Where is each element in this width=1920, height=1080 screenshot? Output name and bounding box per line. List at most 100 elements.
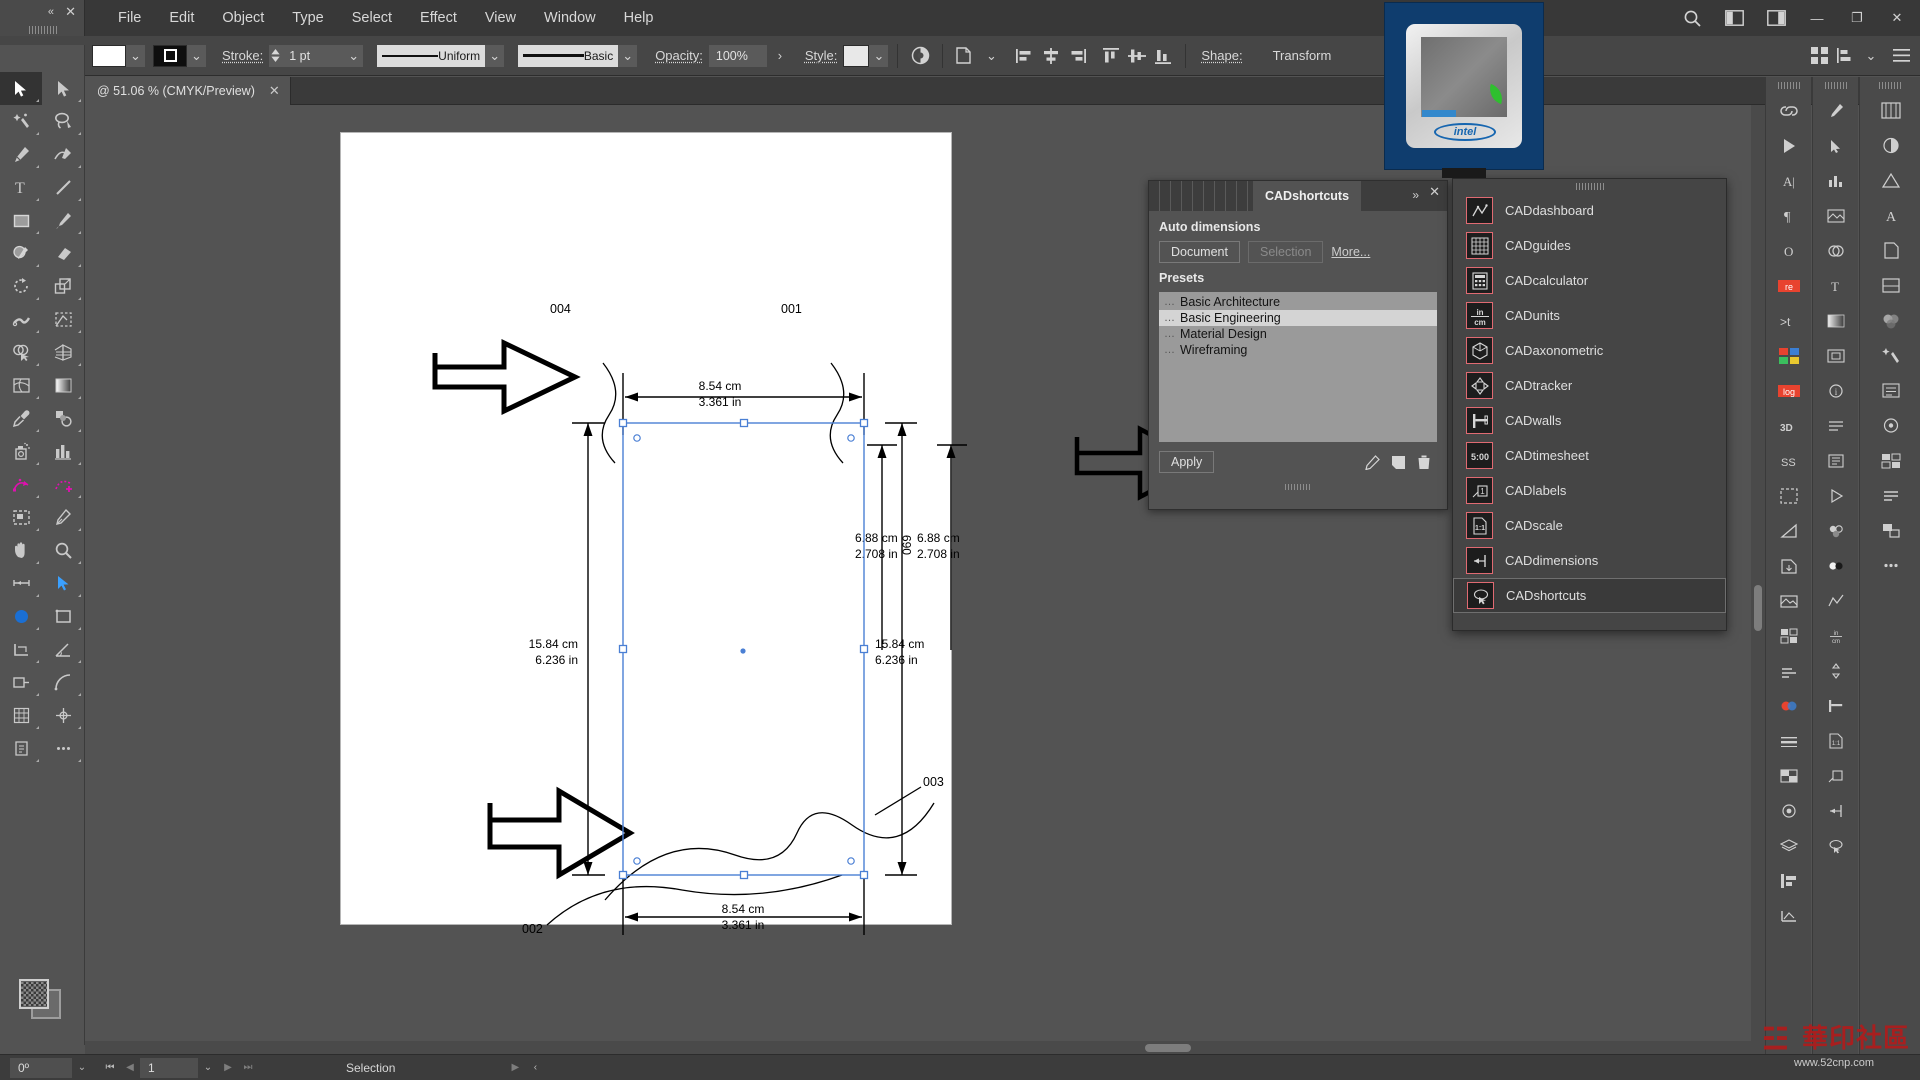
cad-panel-close-icon[interactable]: ✕ [1429,184,1440,200]
mesh-tool[interactable] [0,369,42,402]
symbol-sprayer-tool[interactable] [0,435,42,468]
menu-help[interactable]: Help [610,0,668,36]
graph-panel-icon[interactable] [1813,163,1859,198]
variable-width-profile[interactable]: Uniform [377,44,486,67]
cadmenu-item-cadtracker[interactable]: CADtracker [1453,368,1726,403]
cad-panel-icon[interactable] [1766,898,1812,933]
brushes-panel-icon[interactable] [1813,93,1859,128]
brush-dropdown[interactable]: ⌄ [618,44,638,67]
cadmenu-item-caddimensions[interactable]: CADdimensions [1453,543,1726,578]
history-icon[interactable] [1766,653,1812,688]
style-label[interactable]: Style: [805,48,838,63]
line-segment-tool[interactable] [42,171,84,204]
cadmenu-item-caddashboard[interactable]: CADdashboard [1453,193,1726,228]
layers-panel-icon[interactable] [1766,828,1812,863]
paragraph-icon[interactable]: ¶ [1766,198,1812,233]
pattern-icon[interactable] [1766,618,1812,653]
align-top-icon[interactable] [1098,43,1124,69]
align-left-icon[interactable] [1012,43,1038,69]
preset-item-selected[interactable]: … Basic Engineering [1159,310,1437,326]
blend-tool[interactable] [42,402,84,435]
recolor-artwork-icon[interactable] [952,43,978,69]
preset-item[interactable]: … Material Design [1159,326,1437,342]
menu-select[interactable]: Select [338,0,406,36]
cc-libraries-icon[interactable] [1860,93,1920,128]
panel-menu-icon[interactable] [1888,43,1914,69]
paragraph-style-icon[interactable]: >t [1766,303,1812,338]
gradient-tool[interactable] [42,369,84,402]
graphic-style-swatch[interactable] [843,44,870,67]
align-center-horizontal-icon[interactable] [1038,43,1064,69]
history-panel-icon[interactable] [1860,478,1920,513]
artboard-tool[interactable] [0,501,42,534]
shortcuts-panel-icon[interactable] [1813,828,1859,863]
window-minimize-button[interactable]: — [1798,0,1836,36]
info-panel-icon[interactable]: i [1813,373,1859,408]
prev-artboard-button[interactable]: ◀ [120,1058,140,1078]
stroke-color-swatch[interactable] [153,44,187,67]
window-close-button[interactable]: ✕ [1878,0,1916,36]
fill-indicator[interactable] [18,979,49,1009]
status-play-button[interactable]: ▶ [505,1058,525,1078]
text-styles-icon[interactable]: A| [1766,163,1812,198]
cad-panel-collapsed-tabs[interactable] [1149,181,1253,211]
status-prev-chevron[interactable]: ‹ [525,1058,545,1078]
gradient-panel-icon[interactable] [1813,303,1859,338]
tool-panel-drag-grip[interactable] [29,26,57,34]
dock-grip[interactable] [1824,82,1847,89]
preset-item[interactable]: … Wireframing [1159,342,1437,358]
duplicate-icon[interactable] [1385,450,1411,474]
opacity-label[interactable]: Opacity: [655,48,703,63]
cadmenu-item-cadguides[interactable]: CADguides [1453,228,1726,263]
menu-effect[interactable]: Effect [406,0,471,36]
pen-tool[interactable] [0,138,42,171]
magic-wand-panel-icon[interactable] [1860,338,1920,373]
apply-button[interactable]: Apply [1159,451,1215,473]
variables-icon[interactable] [1813,443,1859,478]
log-icon[interactable]: log [1766,373,1812,408]
document-info-icon[interactable] [1860,233,1920,268]
cad-wall-tool[interactable] [0,633,42,666]
delete-icon[interactable] [1411,450,1437,474]
arrange-panel-icon[interactable] [1860,513,1920,548]
swatch-bw-icon[interactable] [1813,548,1859,583]
stroke-weight-input[interactable]: 1 pt [282,44,345,67]
eraser-tool[interactable] [42,237,84,270]
more-panels-icon[interactable] [1860,548,1920,583]
shape-label[interactable]: Shape: [1201,48,1242,63]
cad-extra-tool[interactable] [0,732,42,765]
workspace-switcher-icon[interactable] [1756,0,1796,36]
search-icon[interactable] [1672,0,1712,36]
transform-label[interactable]: Transform [1273,48,1332,63]
navigator-panel-icon[interactable] [1813,338,1859,373]
menu-object[interactable]: Object [208,0,278,36]
free-transform-tool[interactable] [42,303,84,336]
recolor-dropdown[interactable]: ⌄ [978,43,1004,69]
presets-list[interactable]: … Basic Architecture … Basic Engineering… [1159,292,1437,442]
cadmenu-item-cadaxonometric[interactable]: CADaxonometric [1453,333,1726,368]
symbols-icon[interactable]: SS [1766,443,1812,478]
menu-type[interactable]: Type [278,0,337,36]
stroke-label[interactable]: Stroke: [222,48,263,63]
width-tool[interactable] [0,303,42,336]
menu-view[interactable]: View [471,0,530,36]
cad-grid-tool[interactable] [0,699,42,732]
variables-panel-icon[interactable] [1860,373,1920,408]
tool-panel-collapse-icon[interactable]: « [48,6,54,18]
slice-tool[interactable] [42,501,84,534]
cad-curve-tool[interactable] [0,468,42,501]
stroke-weight-dropdown[interactable]: ⌄ [344,44,364,67]
pathfinder-panel-icon[interactable] [1813,233,1859,268]
rotation-dropdown[interactable]: ⌄ [72,1058,92,1078]
align-right-icon[interactable] [1064,43,1090,69]
scroll-thumb[interactable] [1145,1044,1191,1052]
scale-panel-icon[interactable]: 1:1 [1813,723,1859,758]
zoom-tool[interactable] [42,534,84,567]
scale-tool[interactable] [42,270,84,303]
cad-curve-add-tool[interactable] [42,468,84,501]
export-icon[interactable] [1766,548,1812,583]
cad-arc-tool[interactable] [42,666,84,699]
paintbrush-tool[interactable] [42,204,84,237]
cad-angle-tool[interactable] [42,633,84,666]
scroll-thumb[interactable] [1754,585,1762,631]
